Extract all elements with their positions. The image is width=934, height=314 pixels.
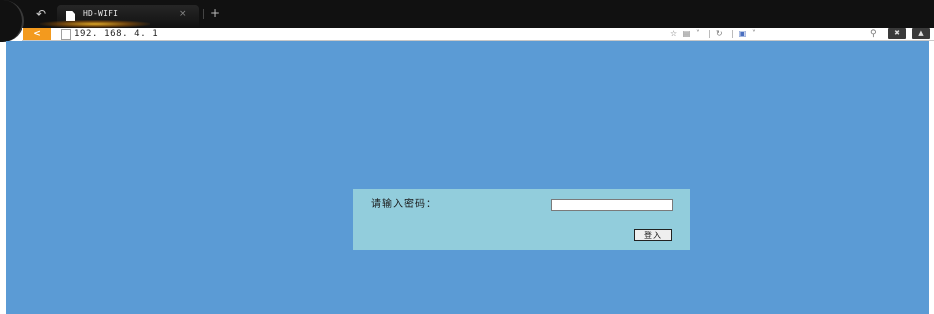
window-edge (929, 41, 934, 314)
page-icon (61, 29, 71, 40)
login-panel: 请输入密码： 登入 (353, 189, 690, 250)
login-button[interactable]: 登入 (634, 229, 672, 241)
toolbar-divider (732, 29, 734, 38)
reader-icon[interactable]: ▤ (683, 29, 691, 38)
tab-strip: ↶ HD-WIFI × + (0, 0, 934, 42)
refresh-icon[interactable]: ↻ (716, 29, 723, 38)
extension-icon[interactable]: ▣ (739, 29, 747, 38)
tab-title: HD-WIFI (83, 9, 119, 18)
address-bar[interactable]: 192. 168. 4. 1 (74, 28, 158, 40)
toolbar-icons: ☆ ▤ ˅ ↻ ▣ ˅ (670, 28, 759, 40)
active-tab-highlight (40, 20, 150, 28)
back-button[interactable]: < (23, 28, 51, 40)
new-tab-button[interactable]: + (210, 7, 220, 19)
toolbar-divider (709, 29, 711, 38)
tools-button[interactable]: ✖ (888, 28, 906, 39)
address-toolbar: < 192. 168. 4. 1 ☆ ▤ ˅ ↻ ▣ ˅ ⚲ ✖ ▲ (22, 28, 934, 41)
star-icon[interactable]: ☆ (670, 29, 677, 38)
browser-window: ↶ HD-WIFI × + < 192. 168. 4. 1 ☆ ▤ ˅ ↻ ▣… (0, 0, 934, 314)
dropdown-icon[interactable]: ˅ (696, 29, 700, 38)
page-content: 请输入密码： 登入 (6, 41, 929, 314)
password-label: 请输入密码： (371, 199, 437, 210)
dropdown-icon[interactable]: ˅ (752, 29, 756, 38)
password-input[interactable] (551, 199, 673, 211)
menu-button[interactable]: ▲ (912, 28, 930, 39)
tab-divider (203, 9, 204, 19)
search-icon[interactable]: ⚲ (870, 28, 877, 40)
back-arrow-icon[interactable]: ↶ (32, 7, 50, 21)
window-control[interactable] (0, 0, 24, 42)
tab-close-icon[interactable]: × (179, 9, 187, 19)
